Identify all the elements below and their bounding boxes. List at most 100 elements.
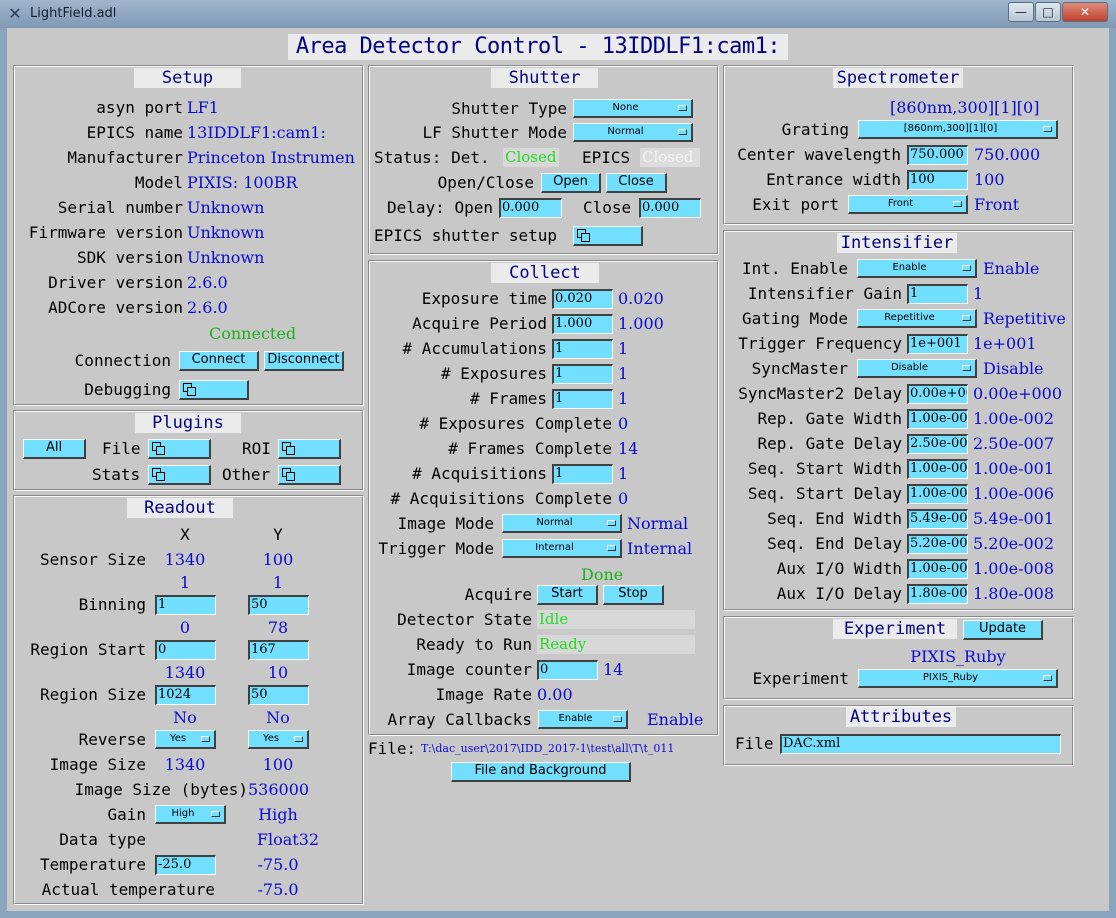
center-wavelength-input[interactable]: 750.000 <box>907 145 968 165</box>
syncmaster-menu[interactable]: Disable <box>857 359 977 378</box>
gating-mode-menu[interactable]: Repetitive <box>857 309 977 328</box>
data-type-value: Float32 <box>256 830 320 849</box>
minimize-button[interactable]: — <box>1008 2 1034 22</box>
exposure-time-input[interactable]: 0.020 <box>552 289 613 309</box>
grating-menu[interactable]: [860nm,300][1][0] <box>858 120 1058 139</box>
trigger-mode-label: Trigger Mode <box>378 539 494 558</box>
shutter-type-label: Shutter Type <box>451 99 567 118</box>
image-size-y: 100 <box>262 755 294 774</box>
epics-name-label: EPICS name <box>86 123 183 142</box>
gating-mode-readback: Repetitive <box>983 309 1066 328</box>
region-size-y-input[interactable]: 50 <box>248 685 309 705</box>
frames-label: # Frames <box>469 389 547 408</box>
connect-button[interactable]: Connect <box>179 351 259 371</box>
exit-port-menu-value: Front <box>887 198 914 209</box>
menu-indicator-icon <box>678 105 687 111</box>
attributes-file-input[interactable]: DAC.xml <box>780 734 1061 754</box>
entrance-width-input[interactable]: 100 <box>907 170 968 190</box>
debugging-related-display[interactable] <box>179 380 249 400</box>
roi-plugin-related-display[interactable] <box>278 439 341 459</box>
disconnect-button[interactable]: Disconnect <box>264 351 344 371</box>
acquisitions-input[interactable]: 1 <box>552 464 613 484</box>
shutter-type-menu[interactable]: None <box>573 99 693 118</box>
temperature-input[interactable]: -25.0 <box>155 855 216 875</box>
delay-open-input[interactable]: 0.000 <box>499 198 562 218</box>
reverse-label: Reverse <box>78 730 146 749</box>
plugins-title: Plugins <box>135 413 241 433</box>
aux-io-width-label: Aux I/O Width <box>776 559 902 578</box>
exposures-label: # Exposures <box>441 364 547 383</box>
trigger-frequency-input[interactable]: 1e+001 <box>907 334 968 354</box>
gain-menu[interactable]: High <box>155 805 226 824</box>
other-plugin-related-display[interactable] <box>278 465 341 485</box>
seq-start-delay-input[interactable]: 1.00e-00 <box>907 484 968 504</box>
region-start-y-input[interactable]: 167 <box>248 640 309 660</box>
array-callbacks-readback: Enable <box>647 710 704 729</box>
center-wavelength-readback: 750.000 <box>974 145 1041 164</box>
file-and-background-button[interactable]: File and Background <box>451 762 631 782</box>
seq-end-width-input[interactable]: 5.49e-00 <box>907 509 968 529</box>
epics-shutter-setup-label: EPICS shutter setup <box>374 226 558 245</box>
all-plugins-button[interactable]: All <box>23 439 86 459</box>
region-size-x-input[interactable]: 1024 <box>155 685 216 705</box>
rep-gate-delay-input[interactable]: 2.50e-00 <box>907 434 968 454</box>
binning-x-input[interactable]: 1 <box>155 595 216 615</box>
related-display-icon <box>577 229 590 242</box>
seq-start-width-input[interactable]: 1.00e-00 <box>907 459 968 479</box>
acquisitions-complete-value: 0 <box>618 489 629 508</box>
delay-close-input[interactable]: 0.000 <box>639 198 701 218</box>
stats-plugin-related-display[interactable] <box>148 465 211 485</box>
shutter-open-button[interactable]: Open <box>541 173 601 193</box>
acquire-period-label: Acquire Period <box>412 314 547 333</box>
manufacturer-label: Manufacturer <box>67 148 183 167</box>
syncmaster2-delay-input[interactable]: 0.00e+00 <box>907 384 968 404</box>
adcore-version-label: ADCore version <box>48 298 183 317</box>
reverse-x-menu[interactable]: Yes <box>155 730 216 749</box>
aux-io-width-input[interactable]: 1.00e-00 <box>907 559 968 579</box>
aux-io-delay-input[interactable]: 1.80e-00 <box>907 584 968 604</box>
syncmaster-label: SyncMaster <box>751 359 848 378</box>
adcore-version-value: 2.6.0 <box>187 298 228 317</box>
window-title: LightField.adl <box>30 6 117 21</box>
binning-y-input[interactable]: 50 <box>248 595 309 615</box>
related-display-icon <box>282 468 295 481</box>
int-enable-menu[interactable]: Enable <box>857 259 977 278</box>
window-titlebar[interactable]: ✕ LightField.adl — □ ✕ <box>0 0 1116 28</box>
gating-mode-menu-value: Repetitive <box>884 312 935 323</box>
rep-gate-width-input[interactable]: 1.00e-00 <box>907 409 968 429</box>
serial-number-value: Unknown <box>187 198 265 217</box>
acquire-period-readback: 1.000 <box>618 314 664 333</box>
close-button[interactable]: ✕ <box>1062 2 1108 22</box>
seq-end-delay-label: Seq. End Delay <box>767 534 902 553</box>
trigger-frequency-readback: 1e+001 <box>973 334 1037 353</box>
exit-port-menu[interactable]: Front <box>848 195 968 214</box>
experiment-update-button[interactable]: Update <box>963 620 1043 640</box>
lf-shutter-mode-menu[interactable]: Normal <box>573 123 693 142</box>
acquire-period-input[interactable]: 1.000 <box>552 314 613 334</box>
stop-button[interactable]: Stop <box>603 585 664 605</box>
lf-shutter-mode-label: LF Shutter Mode <box>422 123 568 142</box>
image-counter-input[interactable]: 0 <box>537 660 598 680</box>
experiment-menu[interactable]: PIXIS_Ruby <box>858 669 1058 688</box>
experiment-title: Experiment <box>833 619 957 639</box>
exposures-complete-label: # Exposures Complete <box>419 414 612 433</box>
start-button[interactable]: Start <box>537 585 598 605</box>
exposures-input[interactable]: 1 <box>552 364 613 384</box>
image-mode-menu[interactable]: Normal <box>502 514 622 533</box>
trigger-mode-menu[interactable]: Internal <box>502 539 622 558</box>
gain-menu-value: High <box>171 808 195 819</box>
collect-title: Collect <box>491 263 599 283</box>
array-callbacks-menu[interactable]: Enable <box>538 710 628 729</box>
intensifier-gain-input[interactable]: 1 <box>907 284 968 304</box>
reverse-y-menu[interactable]: Yes <box>248 730 309 749</box>
epics-shutter-setup-related-display[interactable] <box>573 226 643 246</box>
maximize-button[interactable]: □ <box>1035 2 1061 22</box>
region-start-x-input[interactable]: 0 <box>155 640 216 660</box>
seq-end-delay-input[interactable]: 5.20e-00 <box>907 534 968 554</box>
accumulations-input[interactable]: 1 <box>552 339 613 359</box>
shutter-close-button[interactable]: Close <box>606 173 667 193</box>
detector-shutter-status: Closed <box>503 148 559 167</box>
sensor-size-label: Sensor Size <box>40 550 146 569</box>
frames-input[interactable]: 1 <box>552 389 613 409</box>
file-plugin-related-display[interactable] <box>148 439 211 459</box>
